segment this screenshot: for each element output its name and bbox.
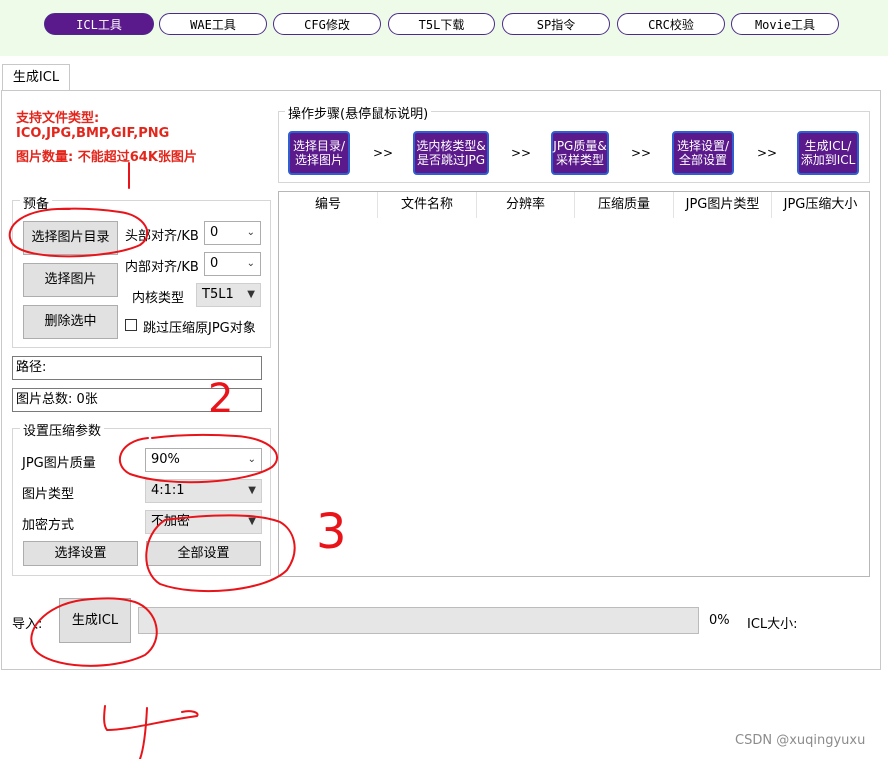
core-type-label: 内核类型 bbox=[132, 291, 185, 306]
skip-jpg-label: 跳过压缩原JPG对象 bbox=[143, 321, 256, 336]
image-file-table[interactable]: 编号 文件名称 分辨率 压缩质量 JPG图片类型 JPG压缩大小 bbox=[278, 191, 870, 577]
all-settings-button[interactable]: 全部设置 bbox=[146, 541, 261, 566]
encrypt-label: 加密方式 bbox=[22, 518, 75, 533]
select-image-button[interactable]: 选择图片 bbox=[23, 263, 118, 297]
jpg-quality-value: 90% bbox=[151, 452, 180, 467]
progress-percent: 0% bbox=[709, 613, 730, 628]
header-align-label: 头部对齐/KB bbox=[125, 229, 199, 244]
core-type-select[interactable]: T5L1 ▼ bbox=[196, 283, 261, 307]
skip-jpg-checkbox[interactable] bbox=[125, 319, 137, 331]
column-header-index[interactable]: 编号 bbox=[279, 192, 378, 218]
step-arrow: >> bbox=[373, 146, 394, 160]
inner-align-label: 内部对齐/KB bbox=[125, 260, 199, 275]
nav-movie-tool[interactable]: Movie工具 bbox=[731, 13, 839, 35]
delete-selected-button[interactable]: 删除选中 bbox=[23, 305, 118, 339]
encrypt-select[interactable]: 不加密 ▼ bbox=[145, 510, 262, 534]
step-3-jpg-quality[interactable]: JPG质量& 采样类型 bbox=[551, 131, 609, 175]
jpg-quality-select[interactable]: 90% ⌄ bbox=[145, 448, 262, 472]
step-5-line2: 添加到ICL bbox=[800, 153, 856, 167]
nav-t5l-download[interactable]: T5L下载 bbox=[388, 13, 495, 35]
step-arrow: >> bbox=[631, 146, 652, 160]
steps-group-title: 操作步骤(悬停鼠标说明) bbox=[285, 103, 432, 122]
image-type-label: 图片类型 bbox=[22, 487, 75, 502]
chevron-down-icon: ⌄ bbox=[246, 258, 255, 269]
caret-down-icon: ▼ bbox=[248, 485, 256, 496]
caret-down-icon: ▼ bbox=[248, 516, 256, 527]
step-1-select-dir[interactable]: 选择目录/选择图片 bbox=[288, 131, 350, 175]
prep-group-title: 预备 bbox=[20, 193, 53, 212]
supported-types-heading: 支持文件类型: bbox=[16, 111, 100, 126]
nav-icl-tool[interactable]: ICL工具 bbox=[44, 13, 154, 35]
image-total-field: 图片总数: 0张 bbox=[12, 388, 262, 412]
image-type-select[interactable]: 4:1:1 ▼ bbox=[145, 479, 262, 503]
step-arrow: >> bbox=[511, 146, 532, 160]
step-2-core-type[interactable]: 选内核类型& 是否跳过JPG bbox=[413, 131, 489, 175]
step-arrow: >> bbox=[757, 146, 778, 160]
core-type-value: T5L1 bbox=[202, 287, 234, 302]
import-progress-bar bbox=[138, 607, 699, 634]
csdn-watermark: CSDN @xuqingyuxu bbox=[735, 733, 866, 748]
image-count-limit: 图片数量: 不能超过64K张图片 bbox=[16, 150, 197, 165]
inner-align-select[interactable]: 0 ⌄ bbox=[204, 252, 261, 276]
step-3-line2: 采样类型 bbox=[555, 153, 604, 167]
annotation-digit-4-stem bbox=[139, 707, 148, 759]
select-settings-button[interactable]: 选择设置 bbox=[23, 541, 138, 566]
step-5-line1: 生成ICL/ bbox=[804, 139, 852, 153]
nav-wae-tool[interactable]: WAE工具 bbox=[159, 13, 267, 35]
encrypt-value: 不加密 bbox=[151, 514, 191, 529]
step-4-settings[interactable]: 选择设置/全部设置 bbox=[672, 131, 734, 175]
step-1-line2: 选择图片 bbox=[294, 153, 343, 167]
generate-icl-button[interactable]: 生成ICL bbox=[59, 598, 131, 643]
step-1-line1: 选择目录/ bbox=[292, 139, 346, 153]
supported-types-list: ICO,JPG,BMP,GIF,PNG bbox=[16, 126, 170, 141]
column-header-resolution[interactable]: 分辨率 bbox=[477, 192, 575, 218]
image-type-value: 4:1:1 bbox=[151, 483, 185, 498]
chevron-down-icon: ⌄ bbox=[246, 227, 255, 238]
step-2-line2: 是否跳过JPG bbox=[416, 153, 486, 167]
tab-generate-icl[interactable]: 生成ICL bbox=[2, 64, 70, 91]
chevron-down-icon: ⌄ bbox=[247, 454, 256, 465]
step-4-line1: 选择设置/ bbox=[676, 139, 730, 153]
step-5-generate-icl[interactable]: 生成ICL/添加到ICL bbox=[797, 131, 859, 175]
column-header-quality[interactable]: 压缩质量 bbox=[575, 192, 674, 218]
step-4-line2: 全部设置 bbox=[678, 153, 727, 167]
top-nav-bar: ICL工具 WAE工具 CFG修改 T5L下载 SP指令 CRC校验 Movie… bbox=[0, 0, 888, 56]
path-field[interactable]: 路径: bbox=[12, 356, 262, 380]
nav-sp-command[interactable]: SP指令 bbox=[502, 13, 610, 35]
select-image-dir-button[interactable]: 选择图片目录 bbox=[23, 221, 118, 255]
compress-group-title: 设置压缩参数 bbox=[20, 420, 105, 439]
column-header-filename[interactable]: 文件名称 bbox=[378, 192, 477, 218]
nav-cfg-edit[interactable]: CFG修改 bbox=[273, 13, 381, 35]
header-align-value: 0 bbox=[210, 225, 219, 240]
step-3-line1: JPG质量& bbox=[553, 139, 607, 153]
nav-crc-check[interactable]: CRC校验 bbox=[617, 13, 725, 35]
caret-down-icon: ▼ bbox=[247, 289, 255, 300]
step-2-line1: 选内核类型& bbox=[416, 139, 486, 153]
icl-size-label: ICL大小: bbox=[747, 617, 798, 632]
annotation-digit-4-top bbox=[103, 705, 199, 731]
column-header-jpg-type[interactable]: JPG图片类型 bbox=[674, 192, 772, 218]
column-header-jpg-size[interactable]: JPG压缩大小 bbox=[772, 192, 869, 218]
header-align-select[interactable]: 0 ⌄ bbox=[204, 221, 261, 245]
inner-align-value: 0 bbox=[210, 256, 219, 271]
import-label: 导入: bbox=[12, 617, 43, 632]
jpg-quality-label: JPG图片质量 bbox=[22, 456, 96, 471]
